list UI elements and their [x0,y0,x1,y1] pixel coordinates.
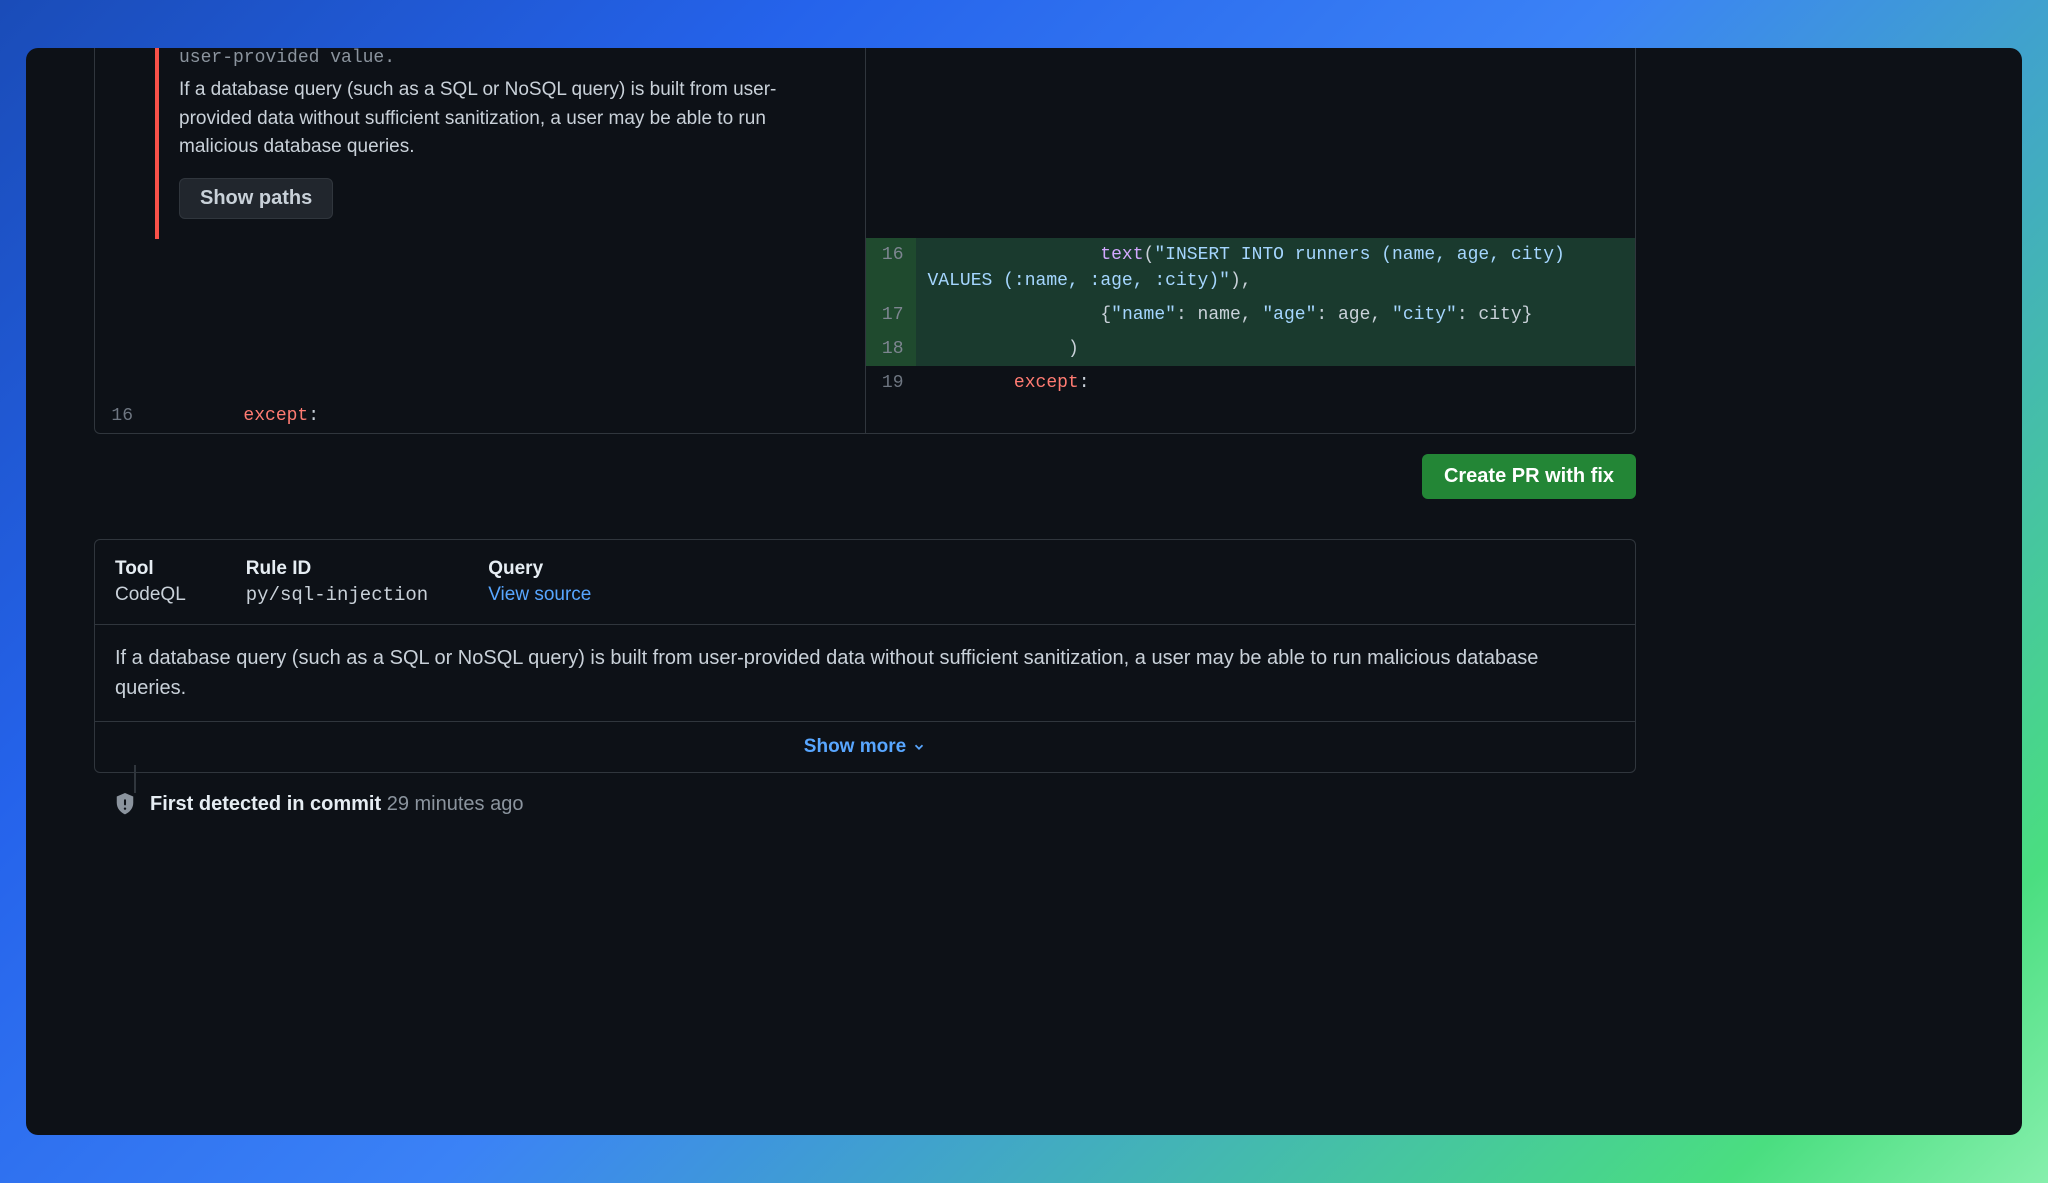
timeline-prefix: First detected in commit [150,793,381,815]
security-alert-box: user-provided value. If a database query… [155,48,865,239]
view-source-link[interactable]: View source [488,584,591,606]
code-content: text("INSERT INTO runners (name, age, ci… [916,238,1636,298]
line-number: 17 [866,298,916,332]
detail-tool: Tool CodeQL [115,558,186,606]
code-content: except: [145,399,865,433]
detail-rule: Rule ID py/sql-injection [246,558,428,606]
line-number: 19 [866,366,916,400]
show-paths-button[interactable]: Show paths [179,178,333,219]
detail-tool-label: Tool [115,558,186,580]
code-line-right-17: 17 {"name": name, "age": age, "city": ci… [866,298,1636,332]
code-line-right-19: 19 except: [866,366,1636,400]
code-content: except: [916,366,1636,400]
details-header: Tool CodeQL Rule ID py/sql-injection Que… [95,540,1635,625]
main-window: user-provided value. If a database query… [26,48,2022,1135]
detail-query-label: Query [488,558,591,580]
diff-right-panel: 16 text("INSERT INTO runners (name, age,… [866,48,1636,433]
code-line-right-16: 16 text("INSERT INTO runners (name, age,… [866,238,1636,298]
diff-view: user-provided value. If a database query… [94,48,1636,434]
timeline-time: 29 minutes ago [387,793,524,815]
timeline-text: First detected in commit 29 minutes ago [150,793,523,816]
code-line-right-18: 18 ) [866,332,1636,366]
line-number: 16 [95,399,145,433]
alert-description: If a database query (such as a SQL or No… [179,76,845,162]
details-body-text: If a database query (such as a SQL or No… [95,625,1635,722]
diff-left-panel: user-provided value. If a database query… [95,48,866,433]
detail-rule-value: py/sql-injection [246,584,428,606]
line-number: 18 [866,332,916,366]
content-area: user-provided value. If a database query… [26,48,2022,816]
shield-alert-icon [114,793,136,815]
show-more-label: Show more [804,736,906,758]
alert-title-truncated: user-provided value. [179,48,845,68]
timeline-connector [134,765,136,793]
create-pr-button[interactable]: Create PR with fix [1422,454,1636,499]
show-more-button[interactable]: Show more [95,722,1635,772]
chevron-down-icon [912,740,926,754]
timeline-entry: First detected in commit 29 minutes ago [114,793,2022,816]
detail-rule-label: Rule ID [246,558,428,580]
detail-query: Query View source [488,558,591,606]
line-number: 16 [866,238,916,298]
alert-details-box: Tool CodeQL Rule ID py/sql-injection Que… [94,539,1636,773]
detail-tool-value: CodeQL [115,584,186,606]
code-line-left-16: 16 except: [95,399,865,433]
code-content: ) [916,332,1636,366]
code-content: {"name": name, "age": age, "city": city} [916,298,1636,332]
